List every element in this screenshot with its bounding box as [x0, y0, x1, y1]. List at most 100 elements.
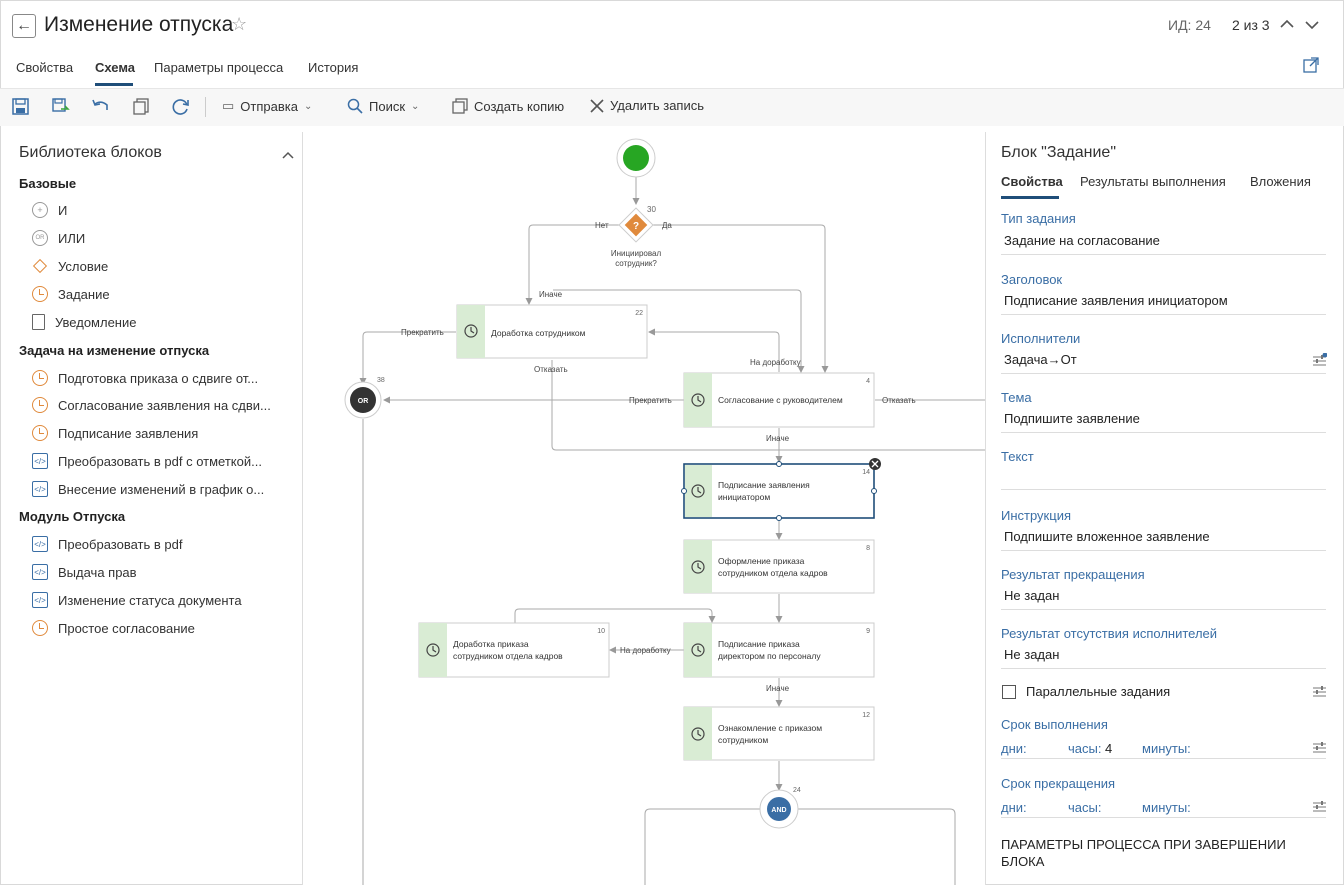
create-copy-label: Создать копию	[474, 98, 565, 114]
and-gateway[interactable]: AND	[759, 789, 799, 829]
settings-sliders-icon[interactable]	[1312, 740, 1327, 755]
absence-result-field[interactable]: Не задан	[1001, 647, 1326, 669]
library-item[interactable]: Подготовка приказа о сдвиге от...	[32, 370, 258, 386]
send-label: Отправка	[240, 98, 298, 114]
undo-icon[interactable]	[92, 99, 110, 113]
refresh-icon[interactable]	[172, 98, 190, 116]
tab-process-params[interactable]: Параметры процесса	[154, 60, 283, 75]
absence-result-label: Результат отсутствия исполнителей	[1001, 626, 1218, 641]
library-item[interactable]: Согласование заявления на сдви...	[32, 397, 271, 413]
library-item-label: Подписание заявления	[58, 425, 199, 441]
save-icon[interactable]	[12, 98, 29, 115]
library-item[interactable]: </> Выдача прав	[32, 564, 137, 580]
parallel-tasks-label: Параллельные задания	[1026, 684, 1171, 699]
settings-sliders-icon[interactable]	[1312, 353, 1327, 368]
delete-record-button[interactable]: Удалить запись	[590, 98, 704, 113]
settings-sliders-icon[interactable]	[1312, 799, 1327, 814]
and-gateway-icon: +	[32, 202, 48, 218]
tab-block-properties[interactable]: Свойства	[1001, 174, 1063, 189]
settings-sliders-icon[interactable]	[1312, 684, 1327, 699]
external-link-icon[interactable]	[1303, 57, 1319, 73]
search-label: Поиск	[369, 98, 406, 114]
send-menu-button[interactable]: ▭ Отправка ⌄	[222, 98, 312, 114]
tab-schema[interactable]: Схема	[95, 60, 135, 75]
executors-field[interactable]: Задача→От	[1001, 352, 1326, 374]
deadline-hours-value[interactable]: 4	[1105, 741, 1112, 756]
condition-number: 30	[647, 205, 656, 214]
copy-document-icon[interactable]	[133, 98, 149, 115]
copy-icon	[452, 98, 468, 114]
search-icon	[347, 98, 363, 114]
divider	[1001, 758, 1326, 759]
document-icon	[32, 314, 45, 330]
task-block[interactable]: Согласование с руководителем 4	[683, 372, 875, 428]
chevron-down-icon: ⌄	[303, 100, 313, 112]
task-block-selected[interactable]: Подписание заявления инициатором 14	[681, 461, 877, 521]
edge-label-stop: Прекратить	[401, 328, 444, 337]
task-label-2: директором по персоналу	[718, 651, 821, 661]
tab-properties[interactable]: Свойства	[16, 60, 73, 75]
task-block[interactable]: Ознакомление с приказом сотрудником 12	[683, 706, 875, 761]
clock-icon	[32, 397, 48, 413]
heading-label: Заголовок	[1001, 272, 1063, 287]
library-item-or[interactable]: OR ИЛИ	[32, 230, 85, 246]
or-gateway[interactable]: OR	[344, 381, 382, 419]
text-label: Текст	[1001, 449, 1034, 464]
task-label: Доработка сотрудником	[491, 328, 586, 338]
library-item[interactable]: </> Преобразовать в pdf с отметкой...	[32, 453, 262, 469]
task-label-2: сотрудником отдела кадров	[453, 651, 563, 661]
panel-title: Блок "Задание"	[1001, 144, 1117, 161]
library-item-task[interactable]: Задание	[32, 286, 110, 302]
library-item-notification[interactable]: Уведомление	[32, 314, 136, 330]
tab-attachments[interactable]: Вложения	[1250, 174, 1311, 189]
heading-field[interactable]: Подписание заявления инициатором	[1001, 293, 1326, 315]
condition-label-2: сотрудник?	[615, 259, 657, 268]
tab-execution-results[interactable]: Результаты выполнения	[1080, 174, 1226, 189]
chevron-up-icon[interactable]	[1280, 19, 1294, 29]
process-diagram: ? 30 Инициировал сотрудник? Нет Да Иначе…	[344, 138, 985, 885]
delete-record-label: Удалить запись	[610, 98, 705, 113]
diagram-canvas[interactable]: ? 30 Инициировал сотрудник? Нет Да Иначе…	[303, 132, 985, 885]
save-and-close-icon[interactable]	[52, 98, 70, 115]
create-copy-button[interactable]: Создать копию	[452, 98, 564, 114]
parallel-tasks-checkbox[interactable]	[1002, 685, 1016, 699]
stop-result-field[interactable]: Не задан	[1001, 588, 1326, 610]
task-block[interactable]: Оформление приказа сотрудником отдела ка…	[683, 539, 875, 594]
task-type-field[interactable]: Задание на согласование	[1001, 233, 1326, 255]
library-item[interactable]: </> Изменение статуса документа	[32, 592, 242, 608]
search-menu-button[interactable]: Поиск ⌄	[347, 98, 419, 114]
library-item[interactable]: </> Внесение изменений в график о...	[32, 481, 264, 497]
task-label-2: сотрудником	[718, 735, 768, 745]
edge-label-else: Иначе	[766, 434, 790, 443]
star-icon[interactable]: ☆	[231, 14, 247, 35]
start-event[interactable]	[616, 138, 656, 178]
task-label: Оформление приказа	[718, 556, 805, 566]
edge-label-else: Иначе	[766, 684, 790, 693]
group-vacation-module: Модуль Отпуска	[19, 509, 126, 524]
edge-label-else: Иначе	[539, 290, 563, 299]
task-block[interactable]: Доработка сотрудником 22	[456, 304, 648, 359]
task-block[interactable]: Подписание приказа директором по персона…	[683, 622, 875, 678]
library-item-and[interactable]: + И	[32, 202, 67, 218]
edge-label-reject: Отказать	[534, 365, 568, 374]
chevron-up-icon[interactable]	[282, 151, 294, 159]
library-item[interactable]: </> Преобразовать в pdf	[32, 536, 182, 552]
edge-label-rework: На доработку	[620, 646, 671, 655]
topic-field[interactable]: Подпишите заявление	[1001, 411, 1326, 433]
chevron-down-icon[interactable]	[1305, 20, 1319, 30]
executors-label: Исполнители	[1001, 331, 1081, 346]
delete-block-icon[interactable]	[869, 458, 881, 470]
page-title: Изменение отпуска	[44, 13, 234, 36]
back-button[interactable]: ←	[12, 14, 36, 38]
library-item[interactable]: Подписание заявления	[32, 425, 198, 441]
library-item-condition[interactable]: Условие	[32, 258, 108, 274]
instruction-field[interactable]: Подпишите вложенное заявление	[1001, 529, 1326, 551]
clock-icon	[32, 425, 48, 441]
tab-history[interactable]: История	[308, 60, 358, 75]
stop-deadline-hours-label: часы:	[1068, 800, 1102, 815]
and-number: 24	[793, 787, 801, 794]
library-item[interactable]: Простое согласование	[32, 620, 195, 636]
record-id: ИД: 24	[1168, 17, 1211, 33]
task-block[interactable]: Доработка приказа сотрудником отдела кад…	[418, 622, 610, 678]
text-field[interactable]	[1001, 468, 1326, 490]
